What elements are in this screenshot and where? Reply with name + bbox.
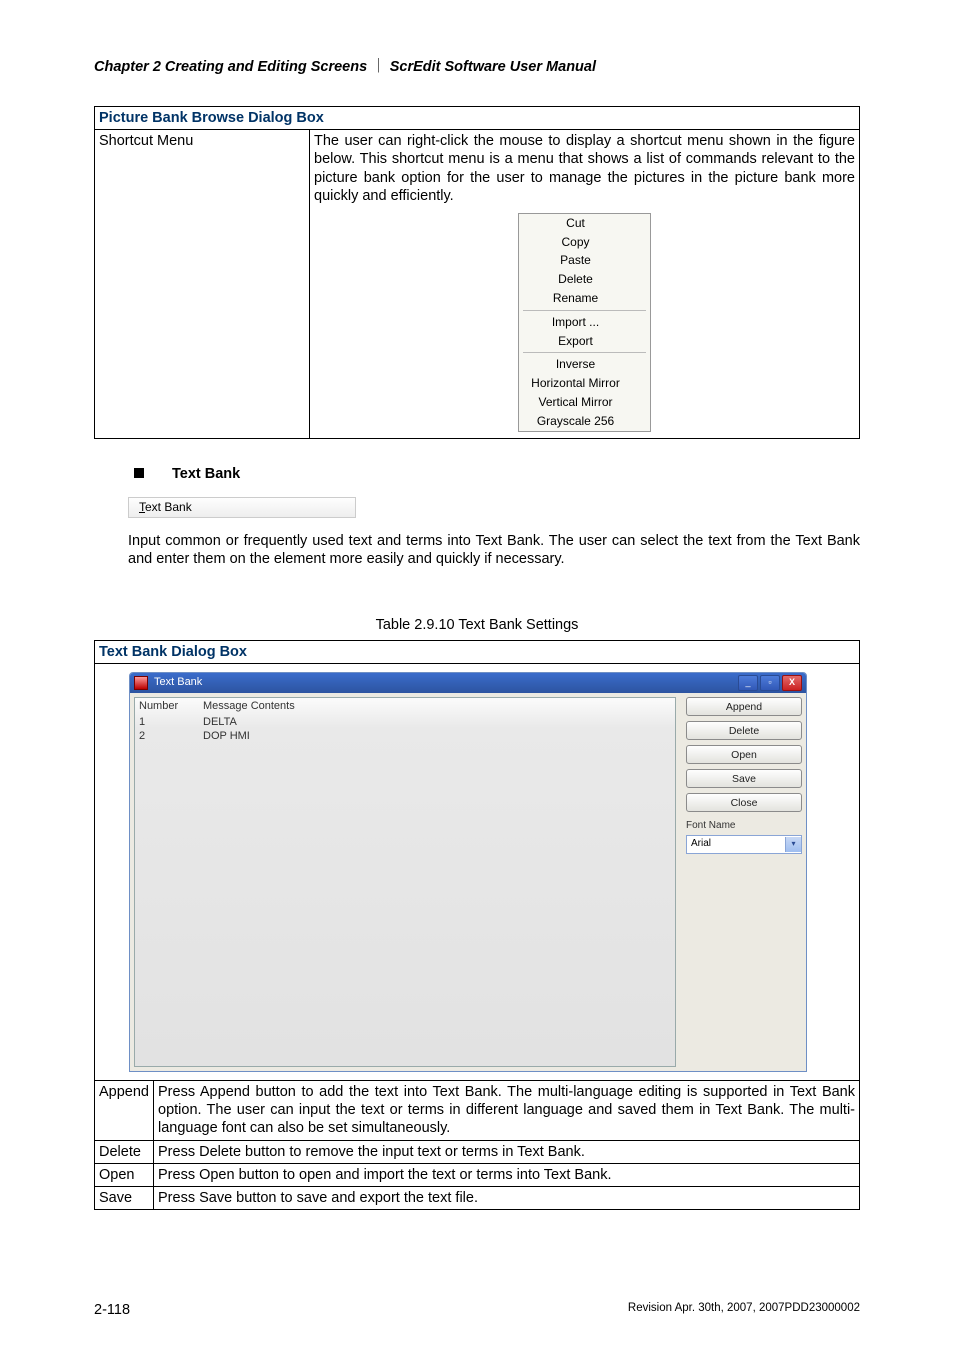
font-name-value: Arial xyxy=(691,838,785,851)
open-button[interactable]: Open xyxy=(686,745,802,764)
dialog-title-text: Text Bank xyxy=(154,676,202,690)
save-button[interactable]: Save xyxy=(686,769,802,788)
text-bank-dialog: Text Bank _ ▫ X Number Message Contents xyxy=(129,672,807,1072)
dialog-list-header: Number Message Contents xyxy=(135,698,675,716)
revision-text: Revision Apr. 30th, 2007, 2007PDD2300000… xyxy=(628,1301,860,1319)
text-bank-menu-item[interactable]: Text Bank xyxy=(128,497,356,518)
cm-export[interactable]: Export xyxy=(519,332,650,351)
desc-open-label: Open xyxy=(95,1163,154,1186)
row-msg: DELTA xyxy=(203,716,671,730)
page-footer: 2-118 Revision Apr. 30th, 2007, 2007PDD2… xyxy=(94,1301,860,1319)
desc-append-text: Press Append button to add the text into… xyxy=(154,1081,860,1140)
cm-cut[interactable]: Cut xyxy=(519,214,650,233)
cm-rename[interactable]: Rename xyxy=(519,289,650,308)
cm-hmirror[interactable]: Horizontal Mirror xyxy=(519,374,650,393)
close-dialog-button[interactable]: Close xyxy=(686,793,802,812)
text-bank-paragraph: Input common or frequently used text and… xyxy=(128,532,860,568)
desc-open-text: Press Open button to open and import the… xyxy=(154,1163,860,1186)
font-name-label: Font Name xyxy=(686,820,802,833)
picture-bank-title: Picture Bank Browse Dialog Box xyxy=(95,107,860,130)
append-button[interactable]: Append xyxy=(686,697,802,716)
context-menu: Cut Copy Paste Delete Rename Import ... … xyxy=(518,213,651,432)
row-msg: DOP HMI xyxy=(203,730,671,744)
dialog-app-icon xyxy=(134,676,148,690)
text-bank-heading-text: Text Bank xyxy=(172,465,240,483)
shortcut-menu-label: Shortcut Menu xyxy=(95,130,310,438)
shortcut-menu-text: The user can right-click the mouse to di… xyxy=(314,132,855,205)
cm-inverse[interactable]: Inverse xyxy=(519,355,650,374)
text-bank-table-title: Text Bank Dialog Box xyxy=(95,641,860,664)
desc-save-text: Press Save button to save and export the… xyxy=(154,1186,860,1209)
list-row[interactable]: 1 DELTA xyxy=(135,716,675,730)
dialog-side-panel: Append Delete Open Save Close Font Name … xyxy=(676,697,802,1067)
dialog-titlebar: Text Bank _ ▫ X xyxy=(130,673,806,693)
cm-paste[interactable]: Paste xyxy=(519,251,650,270)
cm-copy[interactable]: Copy xyxy=(519,233,650,252)
cm-sep-2 xyxy=(523,352,646,353)
col-contents: Message Contents xyxy=(203,700,671,714)
desc-save-label: Save xyxy=(95,1186,154,1209)
header-chapter: Chapter 2 Creating and Editing Screens xyxy=(94,59,367,75)
page-number: 2-118 xyxy=(94,1301,130,1319)
dialog-list[interactable]: Number Message Contents 1 DELTA 2 DOP HM… xyxy=(134,697,676,1067)
desc-append-label: Append xyxy=(95,1081,154,1140)
shortcut-menu-cell: The user can right-click the mouse to di… xyxy=(310,130,860,438)
col-number: Number xyxy=(139,700,203,714)
bullet-square-icon xyxy=(134,468,144,478)
cm-grayscale[interactable]: Grayscale 256 xyxy=(519,412,650,431)
header-separator: ｜ xyxy=(371,59,386,75)
minimize-button[interactable]: _ xyxy=(738,675,758,691)
cm-import[interactable]: Import ... xyxy=(519,313,650,332)
desc-delete-text: Press Delete button to remove the input … xyxy=(154,1140,860,1163)
desc-delete-label: Delete xyxy=(95,1140,154,1163)
delete-button[interactable]: Delete xyxy=(686,721,802,740)
text-bank-table: Text Bank Dialog Box Text Bank _ ▫ X xyxy=(94,640,860,1210)
close-button[interactable]: X xyxy=(782,675,802,691)
cm-delete[interactable]: Delete xyxy=(519,270,650,289)
maximize-button[interactable]: ▫ xyxy=(760,675,780,691)
menu-rest: ext Bank xyxy=(145,500,192,514)
table-caption: Table 2.9.10 Text Bank Settings xyxy=(94,616,860,634)
text-bank-dialog-cell: Text Bank _ ▫ X Number Message Contents xyxy=(95,664,860,1081)
picture-bank-table: Picture Bank Browse Dialog Box Shortcut … xyxy=(94,106,860,438)
cm-sep-1 xyxy=(523,310,646,311)
list-row[interactable]: 2 DOP HMI xyxy=(135,730,675,744)
row-num: 1 xyxy=(139,716,203,730)
text-bank-heading: Text Bank xyxy=(134,465,860,483)
chevron-down-icon[interactable]: ▾ xyxy=(785,837,801,852)
row-num: 2 xyxy=(139,730,203,744)
header-manual: ScrEdit Software User Manual xyxy=(390,59,596,75)
page-header: Chapter 2 Creating and Editing Screens ｜… xyxy=(94,58,860,76)
cm-vmirror[interactable]: Vertical Mirror xyxy=(519,393,650,412)
font-name-combo[interactable]: Arial ▾ xyxy=(686,835,802,854)
